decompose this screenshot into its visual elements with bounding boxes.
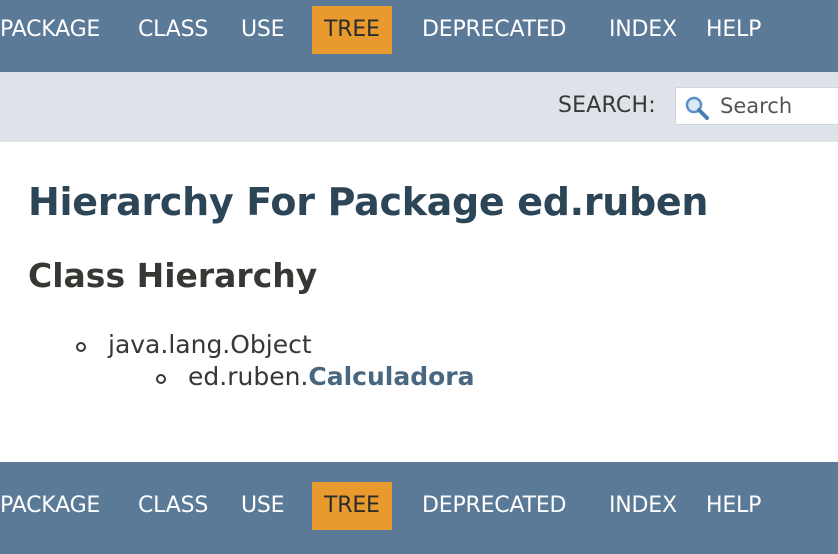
sub-navbar: SEARCH: [0, 72, 838, 142]
search-box[interactable] [675, 87, 838, 125]
top-nav-deprecated[interactable]: DEPRECATED [422, 6, 566, 54]
magnifier-icon [683, 94, 711, 122]
page-title: Hierarchy For Package ed.ruben [28, 180, 709, 224]
section-title: Class Hierarchy [28, 256, 318, 295]
bottom-nav-use[interactable]: USE [241, 482, 285, 530]
bottom-nav-help[interactable]: HELP [706, 482, 761, 530]
bottom-navbar: PACKAGE CLASS USE TREE DEPRECATED INDEX … [0, 462, 838, 554]
top-navbar: PACKAGE CLASS USE TREE DEPRECATED INDEX … [0, 0, 838, 72]
bottom-nav-index[interactable]: INDEX [609, 482, 677, 530]
top-nav-class[interactable]: CLASS [138, 6, 208, 54]
top-nav-help[interactable]: HELP [706, 6, 761, 54]
top-nav-index[interactable]: INDEX [609, 6, 677, 54]
class-link-calculadora[interactable]: Calculadora [308, 362, 474, 391]
tree-item-root: java.lang.Object [108, 330, 312, 359]
search-label: SEARCH: [558, 93, 656, 118]
tree-bullet-icon [156, 374, 166, 384]
top-nav-tree[interactable]: TREE [312, 6, 392, 54]
bottom-nav-class[interactable]: CLASS [138, 482, 208, 530]
bottom-nav-tree[interactable]: TREE [312, 482, 392, 530]
top-nav-package[interactable]: PACKAGE [0, 6, 100, 54]
search-input[interactable] [720, 88, 838, 124]
bottom-nav-deprecated[interactable]: DEPRECATED [422, 482, 566, 530]
bottom-nav-package[interactable]: PACKAGE [0, 482, 100, 530]
tree-root-label: java.lang.Object [108, 330, 312, 359]
top-nav-use[interactable]: USE [241, 6, 285, 54]
tree-child-package: ed.ruben. [188, 362, 309, 391]
tree-item-child: ed.ruben.Calculadora [188, 362, 475, 391]
tree-bullet-icon [76, 342, 86, 352]
